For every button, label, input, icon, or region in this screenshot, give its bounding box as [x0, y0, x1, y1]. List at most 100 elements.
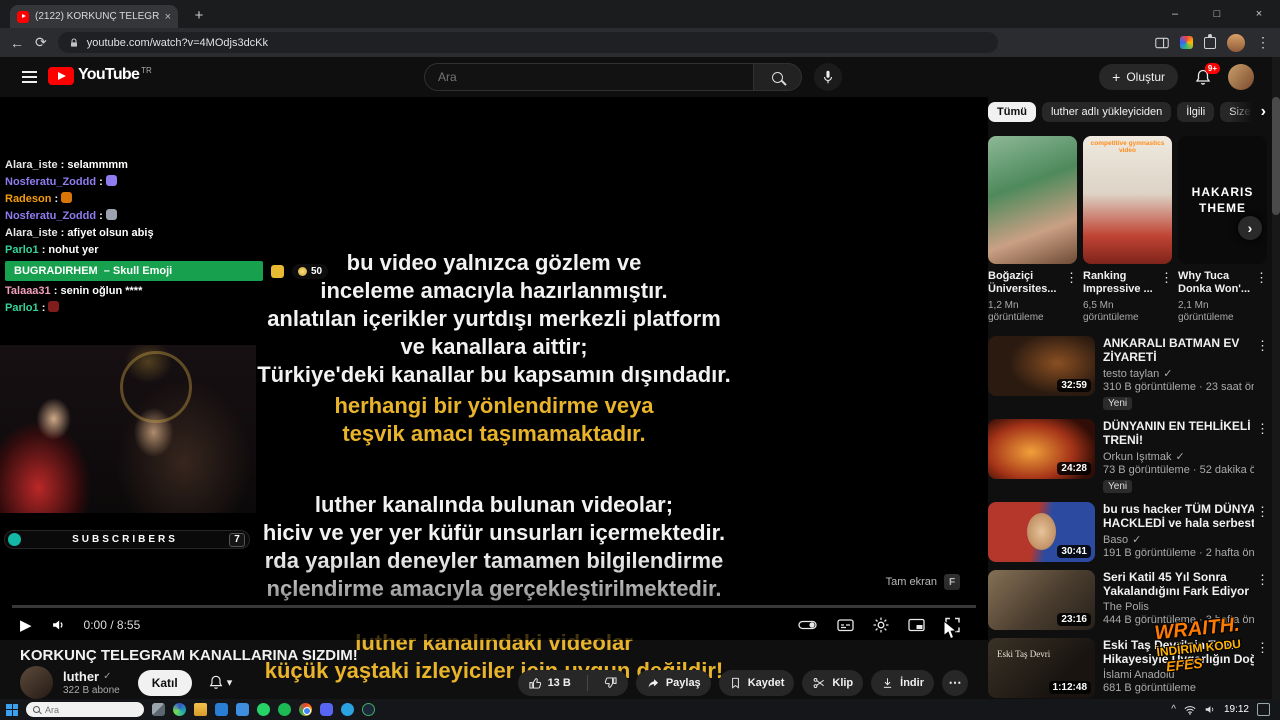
subtitles-icon[interactable] [836, 616, 855, 634]
telegram-icon[interactable] [341, 703, 354, 716]
clock[interactable]: 19:12 [1224, 704, 1249, 715]
video-thumbnail[interactable]: Eski Taş Devri 1:12:48 [988, 638, 1095, 698]
short-item[interactable]: Boğaziçi Üniversites... 1,2 Mn görüntüle… [988, 136, 1078, 324]
notification-center-icon[interactable] [1257, 703, 1270, 716]
channel-name-block[interactable]: luther ✓ 322 B abone [63, 669, 120, 696]
notifications-button[interactable]: 9+ [1194, 62, 1220, 87]
browser-tab[interactable]: (2122) KORKUNÇ TELEGRAM KA × [10, 5, 178, 28]
settings-gear-icon[interactable] [872, 616, 890, 634]
start-button[interactable] [6, 703, 18, 716]
more-options-icon[interactable]: ⋮ [1160, 270, 1173, 324]
side-panel-icon[interactable] [1155, 37, 1169, 49]
related-video-channel[interactable]: Baso ✓ [1103, 533, 1254, 547]
dislike-button[interactable] [594, 670, 628, 696]
tray-expand-icon[interactable]: ^ [1171, 704, 1176, 715]
video-thumbnail[interactable]: 23:16 [988, 570, 1095, 630]
spotify-icon[interactable] [278, 703, 291, 716]
more-actions-button[interactable]: ⋯ [942, 670, 968, 696]
video-thumbnail[interactable]: 32:59 [988, 336, 1095, 396]
save-button[interactable]: Kaydet [718, 670, 795, 696]
short-thumbnail[interactable] [988, 136, 1077, 264]
channel-name[interactable]: luther [63, 669, 99, 684]
youtube-logo[interactable]: YouTube TR [48, 66, 152, 85]
window-close-button[interactable]: × [1238, 0, 1280, 28]
taskbar-search-input[interactable] [45, 704, 125, 715]
search-box[interactable] [424, 63, 754, 91]
file-explorer-icon[interactable] [194, 703, 207, 716]
steam-icon[interactable] [362, 703, 375, 716]
chip-from-uploader[interactable]: luther adlı yükleyiciden [1041, 102, 1172, 122]
more-options-icon[interactable]: ⋮ [1256, 640, 1268, 656]
play-button[interactable]: ▶ [20, 616, 32, 634]
chip-related[interactable]: İlgili [1177, 102, 1215, 122]
taskbar-search-box[interactable] [26, 702, 144, 717]
refresh-button[interactable]: ⟳ [35, 34, 47, 51]
account-avatar[interactable] [1228, 64, 1254, 90]
related-video[interactable]: 30:41 bu rus hacker TÜM DÜNYAYI HACKLEDİ… [988, 502, 1268, 562]
more-options-icon[interactable]: ⋮ [1256, 421, 1268, 437]
site-info-lock-icon[interactable] [68, 37, 80, 49]
tab-close-icon[interactable]: × [165, 11, 171, 23]
more-options-icon[interactable]: ⋮ [1256, 504, 1268, 520]
window-maximize-button[interactable]: □ [1196, 0, 1238, 28]
related-video-channel[interactable]: Orkun Işıtmak ✓ [1103, 450, 1254, 464]
chat-message: Alara_iste : selammmm [5, 157, 355, 174]
notification-preference-button[interactable]: ▾ [208, 674, 232, 691]
download-button[interactable]: İndir [871, 670, 934, 696]
volume-icon[interactable] [49, 617, 67, 633]
related-video[interactable]: 24:28 DÜNYANIN EN TEHLİKELİ TRENİ! Orkun… [988, 419, 1268, 494]
volume-tray-icon[interactable] [1204, 704, 1216, 715]
related-video[interactable]: 32:59 ANKARALI BATMAN EV ZİYARETİ testo … [988, 336, 1268, 411]
chips-chevron-right-icon[interactable]: › [1261, 103, 1268, 121]
channel-avatar[interactable] [20, 666, 53, 699]
browser-profile-avatar[interactable] [1227, 33, 1245, 52]
fullscreen-icon[interactable] [943, 616, 962, 634]
address-bar[interactable]: youtube.com/watch?v=4MOdjs3dcKk [57, 32, 998, 53]
video-thumbnail[interactable]: 30:41 [988, 502, 1095, 562]
miniplayer-icon[interactable] [907, 616, 926, 634]
whatsapp-icon[interactable] [257, 703, 270, 716]
short-item[interactable]: competitive gymnastics video Ranking Imp… [1083, 136, 1173, 324]
wifi-icon[interactable] [1184, 705, 1196, 715]
store-icon[interactable] [215, 703, 228, 716]
window-minimize-button[interactable]: – [1154, 0, 1196, 28]
like-button[interactable]: 13 B [518, 670, 581, 696]
verified-badge-icon: ✓ [103, 670, 112, 682]
more-options-icon[interactable]: ⋮ [1256, 338, 1268, 354]
shorts-scroll-chevron[interactable]: › [1238, 216, 1262, 240]
join-button[interactable]: Katıl [137, 669, 192, 696]
scrollbar-thumb[interactable] [1272, 97, 1280, 215]
short-thumbnail[interactable]: competitive gymnastics video [1083, 136, 1172, 264]
short-thumbnail[interactable]: HAKARIS THEME [1178, 136, 1267, 264]
video-player[interactable]: bu video yalnızca gözlem ve inceleme ama… [0, 97, 988, 683]
browser-menu-icon[interactable]: ⋮ [1256, 34, 1270, 51]
hamburger-menu-icon[interactable] [22, 71, 37, 83]
new-tab-button[interactable]: + [188, 5, 210, 27]
more-options-icon[interactable]: ⋮ [1256, 572, 1268, 588]
create-button[interactable]: + Oluştur [1099, 64, 1178, 90]
voice-search-button[interactable] [814, 63, 842, 91]
chrome-icon[interactable] [299, 703, 312, 716]
task-view-icon[interactable] [152, 703, 165, 716]
search-input[interactable] [438, 70, 740, 84]
extensions-puzzle-icon[interactable] [1204, 33, 1216, 49]
share-button[interactable]: Paylaş [635, 670, 711, 696]
related-video-channel[interactable]: testo taylan ✓ [1103, 367, 1254, 381]
discord-icon[interactable] [320, 703, 333, 716]
more-options-icon[interactable]: ⋮ [1255, 270, 1268, 324]
related-video-title: bu rus hacker TÜM DÜNYAYI HACKLEDİ ve ha… [1103, 502, 1254, 530]
autoplay-toggle-icon[interactable] [797, 616, 819, 634]
clip-button[interactable]: Klip [802, 670, 864, 696]
search-button[interactable] [754, 63, 802, 91]
more-options-icon[interactable]: ⋮ [1065, 270, 1078, 324]
page-scrollbar[interactable] [1272, 57, 1280, 700]
mail-icon[interactable] [236, 703, 249, 716]
progress-bar[interactable] [12, 605, 976, 608]
extension-icon[interactable] [1180, 36, 1193, 49]
video-thumbnail[interactable]: 24:28 [988, 419, 1095, 479]
back-button[interactable]: ← [10, 35, 24, 51]
related-video-channel[interactable]: The Polis [1103, 601, 1254, 613]
bell-icon [209, 675, 223, 689]
chip-all[interactable]: Tümü [988, 102, 1036, 122]
edge-icon[interactable] [173, 703, 186, 716]
